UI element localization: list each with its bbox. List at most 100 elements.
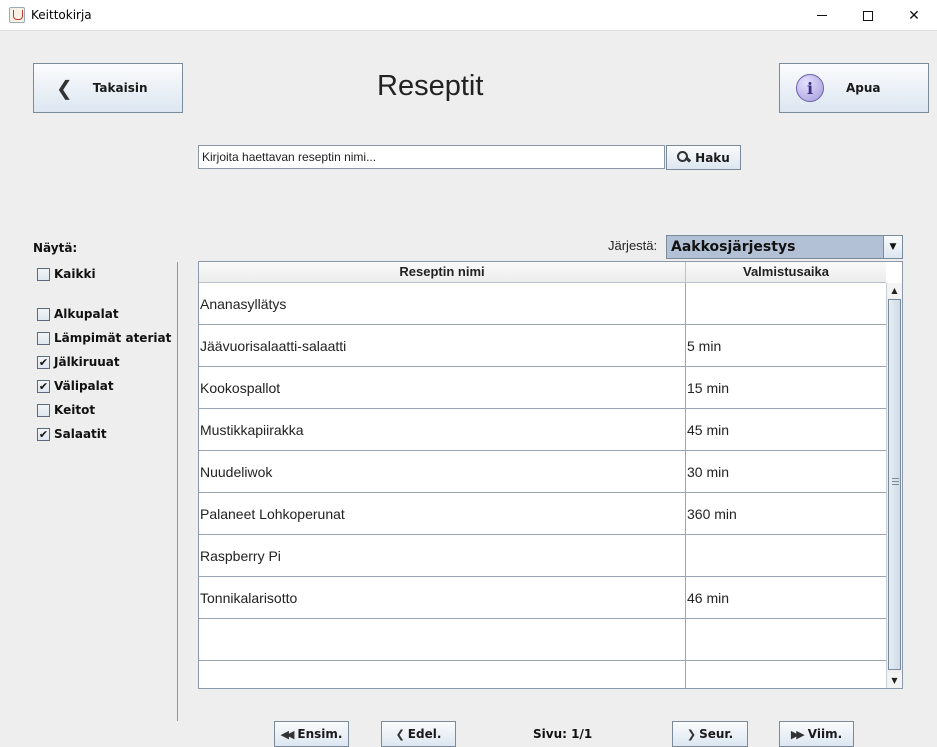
double-chevron-right-icon: ▶▶ xyxy=(790,727,805,741)
cell-time xyxy=(686,661,886,688)
filter-valipalat[interactable]: ✔ Välipalat xyxy=(37,379,114,393)
table-row[interactable]: Nuudeliwok 30 min xyxy=(199,451,886,493)
chevron-right-icon: ❯ xyxy=(686,727,696,741)
info-icon: i xyxy=(796,74,824,102)
help-button-label: Apua xyxy=(846,81,881,95)
filter-item-label: Salaatit xyxy=(54,427,107,441)
cell-time xyxy=(686,535,886,576)
back-button-label: Takaisin xyxy=(92,81,148,95)
filter-kaikki[interactable]: Kaikki xyxy=(37,267,96,281)
cell-name: Nuudeliwok xyxy=(199,451,686,492)
table-row[interactable]: Ananasyllätys xyxy=(199,283,886,325)
cell-time: 5 min xyxy=(687,337,722,354)
filter-label: Näytä: xyxy=(33,241,78,255)
sort-dropdown[interactable]: Aakkosjärjestys ▼ xyxy=(666,235,903,259)
filter-jalkiruuat[interactable]: ✔ Jälkiruuat xyxy=(37,355,120,369)
back-button[interactable]: ❮ Takaisin xyxy=(33,63,183,113)
checkbox[interactable] xyxy=(37,403,50,417)
next-page-button[interactable]: ❯ Seur. xyxy=(672,721,748,747)
column-header-time[interactable]: Valmistusaika xyxy=(686,262,886,282)
minimize-icon xyxy=(817,15,827,16)
column-header-name[interactable]: Reseptin nimi xyxy=(199,262,686,282)
scroll-up-arrow-icon[interactable]: ▲ xyxy=(887,283,902,298)
cell-time: 15 min xyxy=(687,379,730,396)
cell-name: Mustikkapiirakka xyxy=(199,409,686,450)
maximize-button[interactable] xyxy=(845,0,891,31)
cell-name: Ananasyllätys xyxy=(199,283,686,324)
last-page-button[interactable]: ▶▶ Viim. xyxy=(779,721,854,747)
title-bar: Keittokirja ✕ xyxy=(0,0,937,31)
filter-item-label: Alkupalat xyxy=(54,307,119,321)
table-row[interactable] xyxy=(199,619,886,661)
filter-item-label: Jälkiruuat xyxy=(54,355,120,369)
chevron-left-icon: ❮ xyxy=(395,727,405,741)
checkbox-checked[interactable]: ✔ xyxy=(37,379,50,393)
cell-time xyxy=(686,619,886,660)
checkbox[interactable] xyxy=(37,307,50,321)
recipe-table: Reseptin nimi Valmistusaika Ananasylläty… xyxy=(198,261,903,689)
filter-item-label: Keitot xyxy=(54,403,96,417)
cell-name: Raspberry Pi xyxy=(199,535,686,576)
checkbox[interactable] xyxy=(37,267,50,281)
cell-name: Kookospallot xyxy=(199,367,686,408)
cell-name: Tonnikalarisotto xyxy=(199,577,686,618)
cell-time: 360 min xyxy=(687,505,737,522)
scrollbar-thumb[interactable] xyxy=(888,299,901,670)
table-row[interactable]: Jäävuorisalaatti-salaatti 5 min xyxy=(199,325,886,367)
page-title: Reseptit xyxy=(377,70,484,102)
filter-salaatit[interactable]: ✔ Salaatit xyxy=(37,427,107,441)
sort-label: Järjestä: xyxy=(608,238,658,253)
cell-name xyxy=(199,619,686,660)
vertical-separator xyxy=(177,262,178,721)
window-title: Keittokirja xyxy=(31,8,92,22)
grip-icon xyxy=(892,478,899,485)
help-button[interactable]: i Apua xyxy=(779,63,929,113)
cell-time: 30 min xyxy=(687,463,730,480)
cell-time xyxy=(686,283,886,324)
sort-selected-value: Aakkosjärjestys xyxy=(671,239,796,255)
minimize-button[interactable] xyxy=(799,0,845,31)
table-row[interactable]: Kookospallot 15 min xyxy=(199,367,886,409)
checkbox[interactable] xyxy=(37,331,50,345)
scroll-down-arrow-icon[interactable]: ▼ xyxy=(887,673,902,688)
table-row[interactable]: Tonnikalarisotto 46 min xyxy=(199,577,886,619)
table-body: Ananasyllätys Jäävuorisalaatti-salaatti 5… xyxy=(199,283,886,688)
close-button[interactable]: ✕ xyxy=(891,0,937,31)
cell-name: Palaneet Lohkoperunat xyxy=(199,493,686,534)
previous-page-label: Edel. xyxy=(407,727,442,741)
filter-item-label: Lämpimät ateriat xyxy=(54,331,172,345)
table-row[interactable]: Palaneet Lohkoperunat 360 min xyxy=(199,493,886,535)
java-app-icon xyxy=(9,7,25,23)
double-chevron-left-icon: ◀◀ xyxy=(280,727,295,741)
filter-item-label: Kaikki xyxy=(54,267,96,281)
page-indicator: Sivu: 1/1 xyxy=(533,727,593,741)
checkbox-checked[interactable]: ✔ xyxy=(37,427,50,441)
cell-time: 46 min xyxy=(687,589,730,606)
first-page-button[interactable]: ◀◀ Ensim. xyxy=(274,721,349,747)
filter-item-label: Välipalat xyxy=(54,379,114,393)
search-button-label: Haku xyxy=(695,150,730,165)
filter-keitot[interactable]: Keitot xyxy=(37,403,95,417)
table-header: Reseptin nimi Valmistusaika xyxy=(199,262,886,283)
filter-alkupalat[interactable]: Alkupalat xyxy=(37,307,119,321)
cell-name xyxy=(199,661,686,688)
table-row[interactable]: Raspberry Pi xyxy=(199,535,886,577)
next-page-label: Seur. xyxy=(699,727,734,741)
magnifier-icon xyxy=(677,151,690,164)
checkbox-checked[interactable]: ✔ xyxy=(37,355,50,369)
chevron-down-icon[interactable]: ▼ xyxy=(883,236,902,258)
last-page-label: Viim. xyxy=(807,727,843,741)
cell-time: 45 min xyxy=(687,421,730,438)
maximize-icon xyxy=(863,10,873,21)
first-page-label: Ensim. xyxy=(297,727,343,741)
search-button[interactable]: Haku xyxy=(666,145,741,170)
previous-page-button[interactable]: ❮ Edel. xyxy=(381,721,456,747)
chevron-left-icon: ❮ xyxy=(56,76,73,100)
filter-lampimat-ateriat[interactable]: Lämpimät ateriat xyxy=(37,331,171,345)
search-input[interactable] xyxy=(198,145,665,169)
close-icon: ✕ xyxy=(908,7,920,24)
cell-name: Jäävuorisalaatti-salaatti xyxy=(199,325,686,366)
vertical-scrollbar[interactable]: ▲ ▼ xyxy=(886,283,902,688)
table-row[interactable] xyxy=(199,661,886,688)
table-row[interactable]: Mustikkapiirakka 45 min xyxy=(199,409,886,451)
